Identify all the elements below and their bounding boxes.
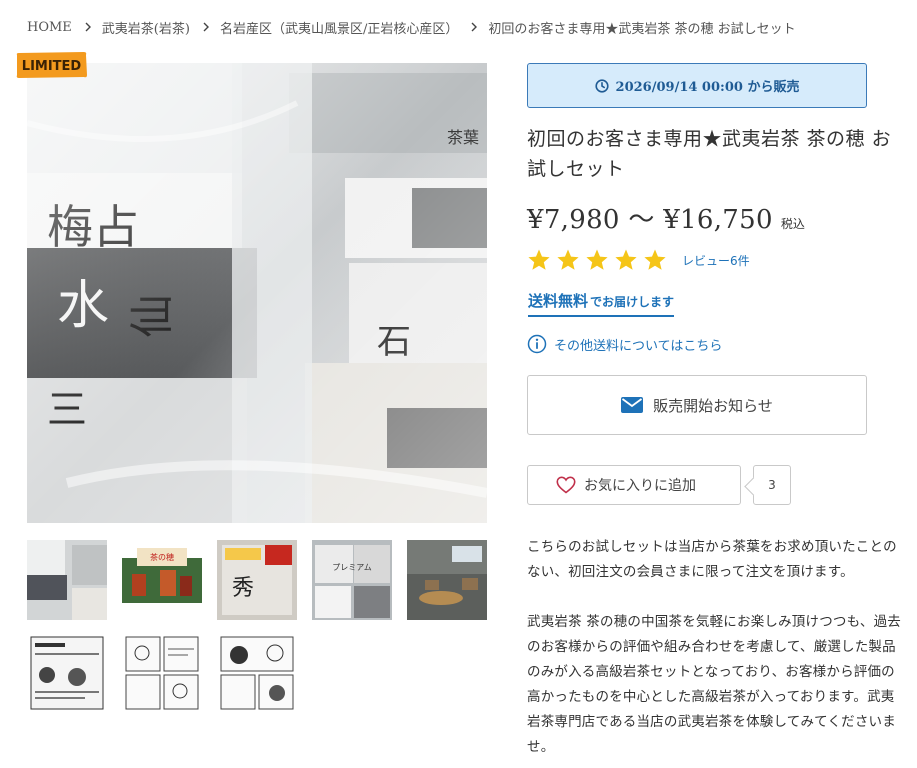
heart-icon [556, 476, 576, 494]
review-count-link[interactable]: レビュー6件 [682, 252, 750, 269]
thumbnail-2[interactable]: 茶の穂 [122, 540, 202, 620]
thumbnail-5[interactable] [407, 540, 487, 620]
star-icon [586, 249, 608, 270]
add-to-favorites-label: お気に入りに追加 [584, 478, 696, 494]
description-paragraph: 武夷岩茶 茶の穂の中国茶を気軽にお楽しみ頂けつつも、過去のお客様からの評価や組み… [527, 614, 901, 755]
thumbnail-3[interactable]: 秀 [217, 540, 297, 620]
product-title: 初回のお客さま専用★武夷岩茶 茶の穂 お試しセット [527, 128, 892, 180]
svg-text:秀: 秀 [232, 576, 254, 601]
tax-label: 税込 [780, 217, 805, 231]
description-paragraph: こちらのお試しセットは当店から茶葉をお求め頂いたことのない、初回注文の会員さまに… [527, 539, 897, 580]
favorites-count: 3 [753, 465, 791, 505]
main-product-image[interactable]: 梅占 水 仙 三 茶葉 石 [27, 63, 487, 523]
deliver-text: でお届けします [590, 295, 675, 309]
star-icon [557, 249, 579, 270]
breadcrumb-current: 初回のお客さま専用★武夷岩茶 茶の穂 お試しセット [488, 21, 796, 37]
breadcrumb-home[interactable]: HOME [27, 20, 72, 35]
chevron-right-icon [84, 22, 92, 32]
other-shipping-link[interactable]: その他送料についてはこちら [527, 334, 722, 354]
breadcrumb-category[interactable]: 武夷岩茶(岩茶) [102, 18, 190, 37]
breadcrumb: HOME 武夷岩茶(岩茶) 名岩産区（武夷山風景区/正岩核心産区） 初回のお客さ… [27, 17, 796, 37]
price-range: ¥7,980 〜 ¥16,750 [527, 205, 773, 235]
thumbnail-8[interactable] [217, 633, 297, 713]
free-shipping-label: 送料無料 でお届けします [528, 290, 675, 317]
svg-text:プレミアム: プレミアム [332, 563, 371, 572]
clock-icon [594, 78, 609, 93]
chevron-right-icon [202, 22, 210, 32]
limited-badge-label: LIMITED [22, 59, 82, 74]
breadcrumb-subcategory[interactable]: 名岩産区（武夷山風景区/正岩核心産区） [220, 18, 458, 37]
star-icon [644, 249, 666, 270]
price: ¥7,980 〜 ¥16,750 税込 [527, 199, 805, 236]
svg-text:茶の穂: 茶の穂 [150, 552, 174, 562]
product-description: こちらのお試しセットは当店から茶葉をお求め頂いたことのない、初回注文の会員さまに… [527, 535, 907, 760]
notify-release-button[interactable]: 販売開始お知らせ [527, 375, 867, 435]
favorites-count-value: 3 [768, 478, 776, 492]
release-date-label: 2026/09/14 00:00 から販売 [615, 80, 800, 95]
free-shipping-text: 送料無料 [528, 292, 589, 310]
chevron-right-icon [470, 22, 478, 32]
mail-icon [621, 397, 644, 413]
notify-release-label: 販売開始お知らせ [653, 396, 773, 415]
other-shipping-label: その他送料についてはこちら [554, 338, 723, 354]
release-date-banner: 2026/09/14 00:00 から販売 [527, 63, 867, 108]
thumbnail-6[interactable] [27, 633, 107, 713]
thumbnail-1[interactable] [27, 540, 107, 620]
limited-badge: LIMITED [16, 52, 87, 78]
star-icon [528, 249, 550, 270]
add-to-favorites-button[interactable]: お気に入りに追加 [527, 465, 741, 505]
thumbnail-4[interactable]: プレミアム [312, 540, 392, 620]
info-icon [527, 334, 547, 354]
rating: レビュー6件 [527, 248, 750, 272]
star-icon [615, 249, 637, 270]
thumbnail-7[interactable] [122, 633, 202, 713]
